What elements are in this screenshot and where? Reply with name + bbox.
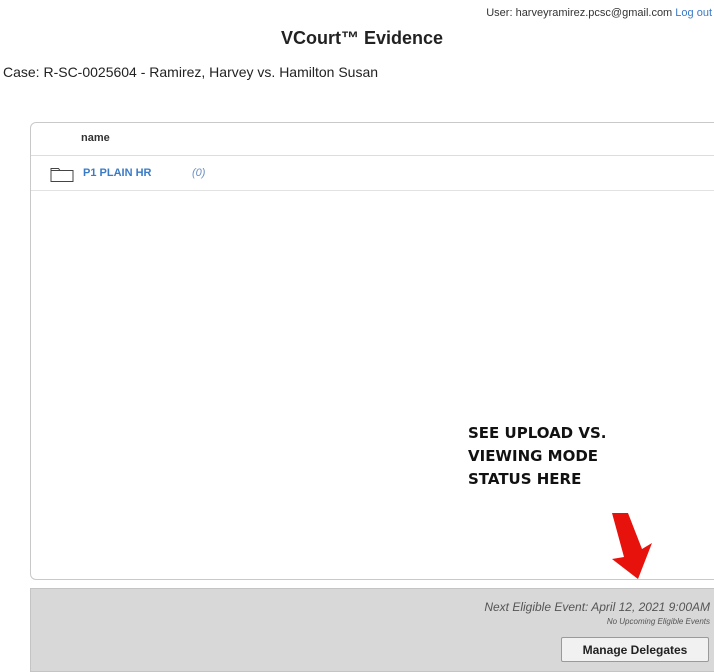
user-email-label: User: harveyramirez.pcsc@gmail.com (486, 7, 673, 19)
no-upcoming-events: No Upcoming Eligible Events (606, 617, 710, 626)
folder-row[interactable]: P1 PLAIN HR (0) (31, 156, 714, 191)
case-title: Case: R-SC-0025604 - Ramirez, Harvey vs.… (3, 64, 379, 80)
folder-name-link[interactable]: P1 PLAIN HR (83, 167, 151, 179)
next-eligible-event: Next Eligible Event: April 12, 2021 9:00… (484, 600, 710, 614)
file-list-panel: name P1 PLAIN HR (0) (30, 122, 714, 580)
annotation-line: STATUS HERE (468, 470, 582, 488)
red-arrow-icon (612, 513, 652, 579)
logout-link[interactable]: Log out (675, 7, 712, 19)
annotation-line: VIEWING MODE (468, 447, 599, 465)
folder-item-count: (0) (192, 167, 206, 179)
column-header-name[interactable]: name (81, 132, 110, 144)
annotation-note: SEE UPLOAD VS. VIEWING MODE STATUS HERE (468, 422, 606, 491)
folder-icon (50, 168, 74, 182)
page-title: VCourt™ Evidence (280, 28, 444, 48)
user-info: User: harveyramirez.pcsc@gmail.com Log o… (486, 7, 712, 19)
manage-delegates-button[interactable]: Manage Delegates (561, 637, 709, 662)
annotation-line: SEE UPLOAD VS. (468, 424, 607, 442)
column-header-row: name (31, 123, 714, 156)
